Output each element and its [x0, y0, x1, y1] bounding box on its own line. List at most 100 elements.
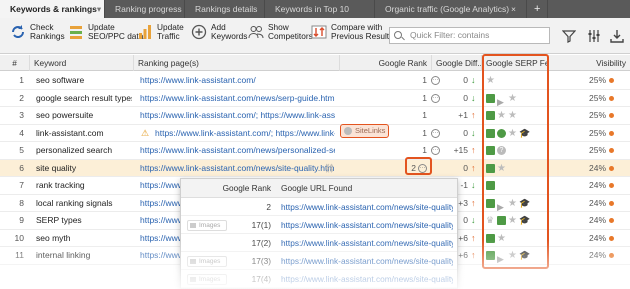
- close-icon[interactable]: ×: [511, 0, 516, 18]
- arrow-down-icon: ↓: [471, 215, 476, 225]
- col-keyword[interactable]: Keyword: [30, 55, 134, 71]
- row-index: 10: [14, 232, 24, 243]
- quick-filter-input[interactable]: Quick Filter: contains: [389, 27, 550, 44]
- row-index: 4: [19, 127, 24, 138]
- button-label: Update Traffic: [157, 22, 184, 41]
- visibility-dot: [609, 113, 614, 119]
- add-keywords-button[interactable]: Add Keywords: [191, 23, 247, 41]
- export-icon[interactable]: [610, 29, 624, 43]
- filter-icon[interactable]: [562, 29, 576, 43]
- popup-row[interactable]: Images 17(3) https://www.link-assistant.co…: [181, 253, 457, 270]
- row-url[interactable]: https://www.link-assistant.com/news/serp…: [140, 90, 335, 107]
- visibility-dot: [609, 183, 614, 189]
- row-rank: 1: [422, 75, 427, 85]
- row-index: 2: [19, 92, 24, 103]
- visibility-dot: [609, 148, 614, 154]
- row-index: 9: [19, 215, 24, 225]
- update-seo-ppc-button[interactable]: Update SEO/PPC data: [68, 23, 143, 41]
- popup-row[interactable]: Images 17(4) https://www.link-assistant.co…: [181, 271, 457, 288]
- add-tab-button[interactable]: +: [527, 0, 549, 18]
- row-index: 6: [19, 162, 24, 173]
- row-diff: +15: [453, 145, 468, 155]
- popup-url[interactable]: https://www.link-assistant.com/news/site…: [281, 253, 453, 270]
- tab-keywords-top10[interactable]: Keywords in Top 10: [265, 0, 375, 18]
- search-icon: [394, 31, 402, 39]
- row-keyword: personalized search: [36, 145, 113, 155]
- popup-url[interactable]: https://www.link-assistant.com/news/site…: [281, 217, 453, 234]
- col-index[interactable]: #: [0, 55, 30, 71]
- row-index: 7: [19, 180, 24, 190]
- row-visibility: 25%: [570, 142, 614, 159]
- compare-results-button[interactable]: Compare with Previous Results: [311, 23, 393, 41]
- col-google-rank[interactable]: Google Rank: [340, 55, 432, 71]
- row-visibility: 24%: [570, 160, 614, 177]
- row-diff: 0: [463, 127, 468, 138]
- link-icon[interactable]: ⛓: [324, 160, 334, 177]
- tab-bar: Keywords & rankings ▾ Ranking progress R…: [0, 0, 630, 18]
- tab-organic-traffic[interactable]: Organic traffic (Google Analytics) ×: [375, 0, 527, 18]
- popup-col-rank: Google Rank: [222, 183, 271, 193]
- popup-row[interactable]: 2 https://www.link-assistant.com/news/sit…: [181, 199, 457, 216]
- row-url[interactable]: https://www.link-assistant.com/: [140, 72, 335, 89]
- visibility-dot: [609, 218, 614, 224]
- popup-url[interactable]: https://www.link-assistant.com/news/site…: [281, 271, 453, 288]
- row-url[interactable]: https://www.link-assistant.com/news/site…: [140, 160, 335, 177]
- row-visibility: 25%: [570, 125, 614, 142]
- check-rankings-button[interactable]: Check Rankings: [10, 23, 65, 41]
- row-index: 11: [15, 250, 24, 260]
- arrow-down-icon: ↓: [471, 92, 476, 103]
- row-visibility: 24%: [570, 177, 614, 194]
- button-label: Update SEO/PPC data: [88, 22, 144, 41]
- sitelinks-badge: SiteLinks: [340, 124, 389, 138]
- row-keyword: seo software: [36, 75, 85, 85]
- tab-ranking-progress[interactable]: Ranking progress: [105, 0, 185, 18]
- tab-rankings-details[interactable]: Rankings details: [185, 0, 265, 18]
- visibility-dot: [609, 235, 614, 241]
- update-traffic-button[interactable]: Update Traffic: [137, 23, 184, 41]
- col-google-diff[interactable]: Google Diff...: [432, 55, 482, 71]
- row-url[interactable]: https://www.link-assistant.com/; https:/…: [140, 107, 335, 124]
- visibility-dot: [609, 200, 614, 206]
- button-label: Check Rankings: [30, 22, 65, 41]
- arrow-up-icon: ↑: [471, 110, 476, 120]
- row-index: 1: [19, 75, 24, 85]
- row-diff: 0: [463, 92, 468, 103]
- arrow-down-icon: ↓: [471, 180, 476, 190]
- columns-settings-icon[interactable]: [587, 29, 601, 43]
- row-keyword: link-assistant.com: [36, 127, 104, 138]
- warning-icon: ⚠: [141, 127, 150, 138]
- row-url[interactable]: https://www.link-assistant.com/news/pers…: [140, 142, 335, 159]
- popup-row[interactable]: 17(2) https://www.link-assistant.com/news…: [181, 235, 457, 252]
- chevron-down-icon[interactable]: ▾: [97, 0, 101, 18]
- refresh-icon: [12, 25, 24, 38]
- visibility-dot: [609, 130, 614, 136]
- arrow-up-icon: ↑: [471, 197, 476, 208]
- col-ranking-pages[interactable]: Ranking page(s): [134, 55, 340, 71]
- button-label: Show Competitors: [268, 22, 313, 41]
- plus-circle-icon: [191, 24, 207, 40]
- popup-rank: 17(3): [251, 256, 271, 266]
- popup-url[interactable]: https://www.link-assistant.com/news/site…: [281, 199, 453, 216]
- popup-row[interactable]: Images 17(1) https://www.link-assistant.co…: [181, 217, 457, 234]
- row-diff: 0: [463, 75, 468, 85]
- row-keyword: rank tracking: [36, 180, 85, 190]
- sitelinks-label: SiteLinks: [355, 126, 386, 135]
- row-keyword: local ranking signals: [36, 197, 113, 208]
- show-competitors-button[interactable]: Show Competitors: [248, 23, 313, 41]
- bars-icon: [70, 26, 82, 39]
- arrow-down-icon: ↓: [471, 127, 476, 138]
- tab-label: Organic traffic (Google Analytics): [385, 4, 510, 14]
- popup-url[interactable]: https://www.link-assistant.com/news/site…: [281, 235, 453, 252]
- row-diff: 0: [463, 162, 468, 173]
- rank-highlight: [405, 157, 432, 175]
- row-rank: 1: [422, 110, 427, 120]
- arrow-up-icon: ↑: [471, 232, 476, 243]
- row-keyword: site quality: [36, 162, 77, 173]
- row-visibility: 24%: [570, 212, 614, 229]
- col-visibility[interactable]: Visibility: [548, 55, 630, 71]
- arrow-down-icon: ↓: [471, 75, 476, 85]
- tab-keywords-rankings[interactable]: Keywords & rankings ▾: [0, 0, 105, 18]
- popup-rank: 17(4): [251, 274, 271, 284]
- row-url[interactable]: https://www.link-assistant.com/; https:/…: [155, 125, 335, 142]
- row-visibility: 24%: [570, 195, 614, 212]
